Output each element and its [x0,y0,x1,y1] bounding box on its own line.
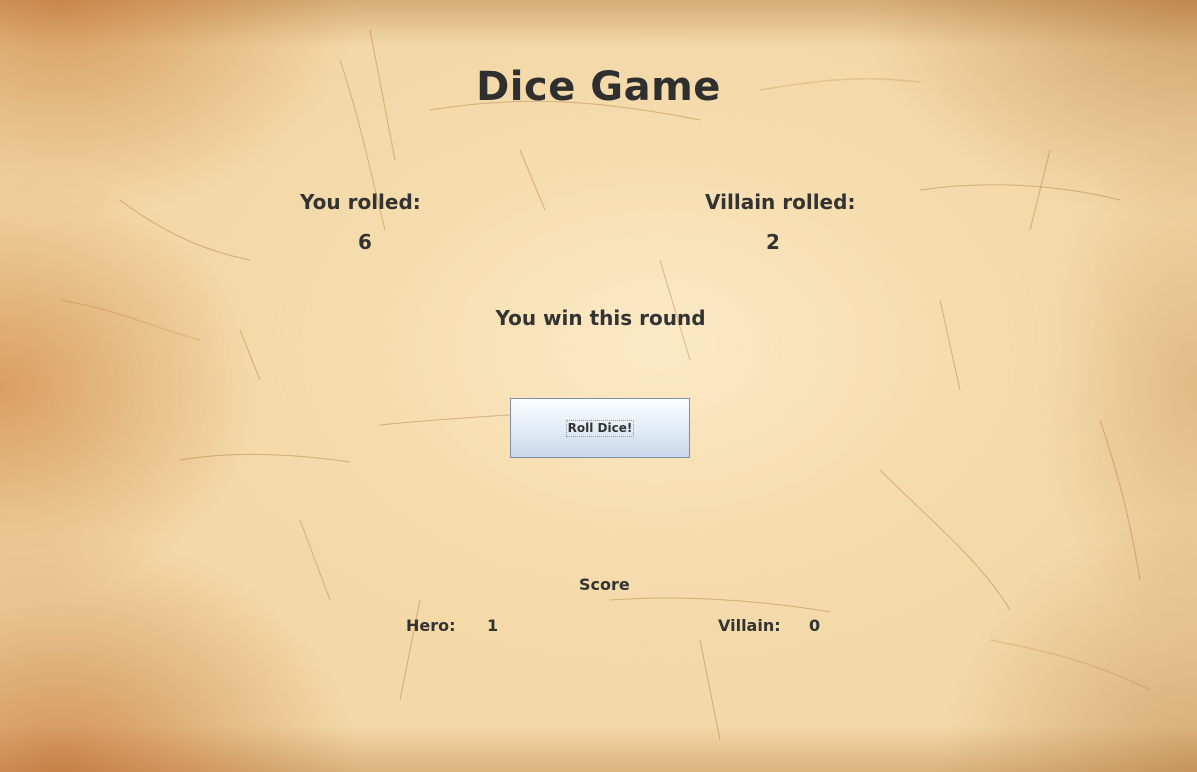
page-title: Dice Game [476,64,721,110]
roll-dice-button-label: Roll Dice! [565,419,635,437]
round-result-message: You win this round [495,306,706,330]
parchment-texture [59,29,1151,741]
villain-roll-label: Villain rolled: [705,190,856,214]
villain-score-label: Villain: [718,616,781,635]
player-roll-value: 6 [358,230,372,254]
roll-dice-button[interactable]: Roll Dice! [510,398,690,458]
hero-score-label: Hero: [406,616,456,635]
villain-roll-value: 2 [766,230,780,254]
hero-score-value: 1 [487,616,499,635]
score-title: Score [579,575,630,594]
villain-score-value: 0 [809,616,821,635]
player-roll-label: You rolled: [300,190,421,214]
